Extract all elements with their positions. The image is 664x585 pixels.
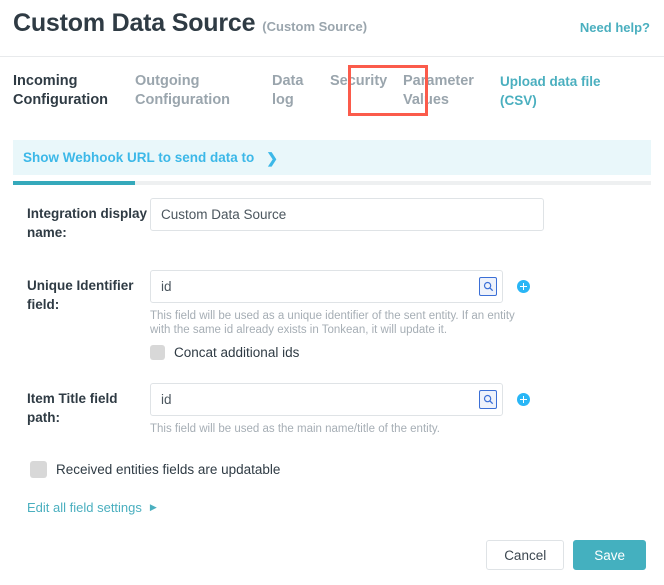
incoming-configuration-form: Integration display name: Unique Identif… [0, 190, 664, 515]
edit-all-field-settings-link[interactable]: Edit all field settings ▶ [27, 500, 664, 515]
label-unique-identifier-field: Unique Identifier field: [0, 270, 150, 314]
triangle-right-icon: ▶ [150, 503, 157, 512]
received-entities-updatable-row[interactable]: Received entities fields are updatable [30, 461, 664, 478]
search-icon[interactable] [479, 277, 497, 296]
field-col-item-title: This field will be used as the main name… [150, 383, 664, 436]
field-row-unique-identifier: Unique Identifier field: This field will… [0, 270, 664, 360]
title-wrap: Custom Data Source (Custom Source) [13, 9, 367, 38]
received-entities-updatable-checkbox[interactable] [30, 461, 47, 478]
concat-additional-ids-row[interactable]: Concat additional ids [150, 345, 664, 360]
add-unique-identifier-icon[interactable] [517, 280, 530, 293]
concat-additional-ids-label: Concat additional ids [174, 345, 299, 360]
upload-data-file-link[interactable]: Upload data file (CSV) [500, 72, 601, 110]
search-icon[interactable] [479, 390, 497, 409]
edit-all-field-settings-label: Edit all field settings [27, 500, 142, 515]
received-entities-updatable-label: Received entities fields are updatable [56, 462, 280, 477]
field-col-display-name [150, 198, 664, 231]
integration-display-name-input[interactable] [150, 198, 544, 231]
item-title-input-wrap [150, 383, 503, 416]
unique-identifier-input[interactable] [150, 270, 503, 303]
item-title-input[interactable] [150, 383, 503, 416]
page-subtitle: (Custom Source) [262, 19, 367, 34]
tab-parameter-values[interactable]: Parameter Values [403, 72, 500, 110]
tab-data-log[interactable]: Data log [272, 72, 330, 110]
tab-security[interactable]: Security [330, 72, 403, 91]
concat-additional-ids-checkbox[interactable] [150, 345, 165, 360]
field-col-unique-identifier: This field will be used as a unique iden… [150, 270, 664, 360]
help-text-unique-identifier: This field will be used as a unique iden… [150, 309, 535, 337]
need-help-link[interactable]: Need help? [580, 20, 650, 35]
show-webhook-url-banner[interactable]: Show Webhook URL to send data to ❯ [13, 140, 651, 175]
help-text-item-title: This field will be used as the main name… [150, 422, 535, 436]
tab-outgoing-configuration[interactable]: Outgoing Configuration [135, 72, 272, 110]
field-row-item-title: Item Title field path: This field will b… [0, 383, 664, 436]
active-tab-underline [13, 181, 135, 185]
field-row-display-name: Integration display name: [0, 198, 664, 242]
tab-incoming-configuration[interactable]: Incoming Configuration [13, 72, 135, 110]
chevron-right-icon: ❯ [266, 151, 278, 165]
form-footer: Cancel Save [0, 525, 664, 585]
save-button[interactable]: Save [573, 540, 646, 570]
page-title: Custom Data Source [13, 9, 255, 38]
page-header: Custom Data Source (Custom Source) Need … [0, 0, 664, 57]
tab-bar: Incoming Configuration Outgoing Configur… [0, 57, 664, 128]
unique-identifier-input-wrap [150, 270, 503, 303]
label-item-title-field-path: Item Title field path: [0, 383, 150, 427]
label-integration-display-name: Integration display name: [0, 198, 150, 242]
webhook-banner-label: Show Webhook URL to send data to [23, 150, 254, 165]
cancel-button[interactable]: Cancel [486, 540, 564, 570]
tab-list: Incoming Configuration Outgoing Configur… [13, 72, 601, 110]
add-item-title-icon[interactable] [517, 393, 530, 406]
